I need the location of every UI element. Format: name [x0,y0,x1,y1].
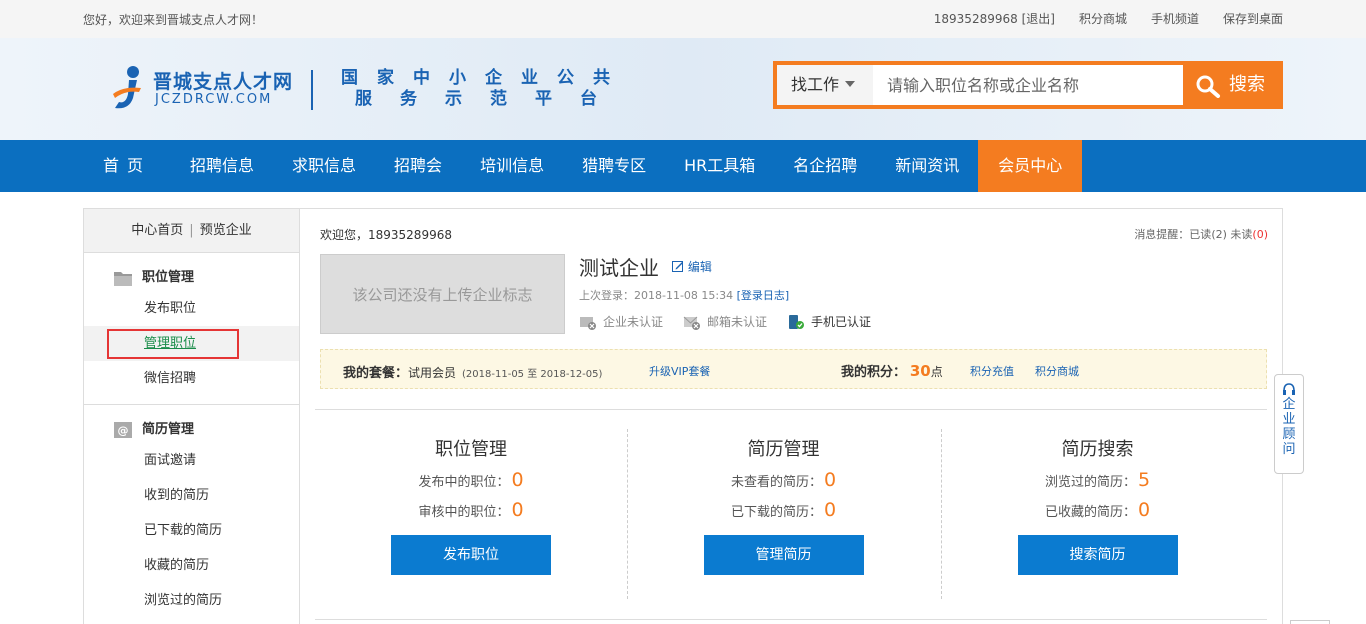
sidebar-item-viewed-resumes[interactable]: 浏览过的简历 [84,583,299,618]
sidebar-item-interview-invites[interactable]: 面试邀请 [84,443,299,478]
header: 晋城支点人才网 JCZDRCW.COM 国家中小企业公共 服务示范平台 找工作 … [0,38,1366,140]
post-job-button[interactable]: 发布职位 [391,535,551,575]
manage-resumes-button[interactable]: 管理简历 [703,535,864,575]
logo-chinese-name: 晋城支点人才网 [153,71,294,93]
logout-link[interactable]: [退出] [1022,12,1055,26]
nav-hr-toolbox[interactable]: HR工具箱 [665,140,774,192]
company-name: 测试企业 [579,256,659,280]
nav-famous-companies[interactable]: 名企招聘 [774,140,876,192]
welcome-text: 您好，欢迎来到晋城支点人才网！ [83,13,264,27]
header-divider [311,70,313,110]
nav-home[interactable]: 首页 [83,140,171,192]
headset-icon [1283,383,1295,395]
search-type-dropdown[interactable]: 找工作 [777,65,873,105]
nav-member-center[interactable]: 会员中心 [978,140,1083,192]
sidebar-item-favorite-resumes[interactable]: 收藏的简历 [84,548,299,583]
search-input[interactable] [877,65,1177,105]
phone-cert-status[interactable]: 手机已认证 [787,313,871,330]
search-icon [1196,75,1220,98]
member-center-main: 中心首页 | 预览企业 职位管理 发布职位 管理职位 微信招聘 @ 简历管理 面… [83,208,1283,624]
sidebar-section-resumes: @ 简历管理 面试邀请 收到的简历 已下载的简历 收藏的简历 浏览过的简历 [84,405,299,624]
message-reminder[interactable]: 消息提醒：已读(2) 未读(0) [1134,226,1268,242]
company-cert-icon [580,316,596,330]
points-recharge-link[interactable]: 积分充值 [970,363,1014,379]
save-to-desktop-link[interactable]: 保存到桌面 [1223,10,1283,27]
sidebar-item-received-resumes[interactable]: 收到的简历 [84,478,299,513]
slogan-line-1: 国家中小企业公共 [341,68,629,88]
search-resumes-button[interactable]: 搜索简历 [1017,535,1178,575]
logo-person-icon [113,66,141,109]
welcome-user: 欢迎您，18935289968 [320,228,452,242]
nav-job-fairs[interactable]: 招聘会 [375,140,461,192]
nav-jobs[interactable]: 招聘信息 [171,140,273,192]
corner-element [1290,620,1330,624]
email-cert-status[interactable]: 邮箱未认证 [683,313,767,330]
email-cert-icon [683,316,701,330]
section-title-resumes: @ 简历管理 [84,417,299,443]
stat-panels: 职位管理 发布中的职位： 0 审核中的职位： 0 发布职位 简历管理 未查看的简历：… [315,429,1267,599]
company-logo-placeholder: 该公司还没有上传企业标志 [320,254,565,334]
divider [315,409,1267,410]
sidebar-item-wechat-recruit[interactable]: 微信招聘 [84,361,299,396]
last-login: 上次登录：2018-11-08 15:34 [登录日志] [579,289,790,302]
logo-english-name: JCZDRCW.COM [155,92,273,107]
slogan-line-2: 服务示范平台 [355,89,625,109]
site-logo[interactable]: 晋城支点人才网 JCZDRCW.COM [111,64,301,114]
nav-training[interactable]: 培训信息 [461,140,563,192]
package-bar: 我的套餐：试用会员 (2018-11-05 至 2018-12-05) 升级VIP… [320,349,1267,389]
edit-company-link[interactable]: 编辑 [672,258,712,275]
login-log-link[interactable]: [登录日志] [737,289,790,302]
sidebar-section-jobs: 职位管理 发布职位 管理职位 微信招聘 [84,253,299,405]
company-cert-status[interactable]: 企业未认证 [579,313,663,330]
panel-job-management: 职位管理 发布中的职位： 0 审核中的职位： 0 发布职位 [315,429,627,599]
sidebar-item-post-job[interactable]: 发布职位 [84,291,299,326]
highlight-box [107,329,239,359]
top-links: 18935289968 [退出] 积分商城 手机频道 保存到桌面 [934,10,1283,27]
points-mall-link[interactable]: 积分商城 [1079,10,1127,27]
mobile-channel-link[interactable]: 手机频道 [1151,10,1199,27]
search-button[interactable]: 搜索 [1183,65,1279,105]
enterprise-consultant-tab[interactable]: 企业顾问 [1274,374,1304,474]
at-icon: @ [114,422,132,438]
folder-icon [114,272,132,286]
sidebar: 中心首页 | 预览企业 职位管理 发布职位 管理职位 微信招聘 @ 简历管理 面… [84,209,300,624]
center-home-link[interactable]: 中心首页 [131,223,183,238]
points-mall-link-2[interactable]: 积分商城 [1035,363,1079,379]
nav-headhunting[interactable]: 猎聘专区 [563,140,665,192]
slogan: 国家中小企业公共 服务示范平台 [341,68,629,110]
upgrade-vip-link[interactable]: 升级VIP套餐 [649,363,710,379]
divider-bottom [315,619,1267,620]
points-info: 我的积分： 30点 [841,362,943,380]
user-phone[interactable]: 18935289968 [退出] [934,10,1055,27]
sidebar-item-downloaded-resumes[interactable]: 已下载的简历 [84,513,299,548]
chevron-down-icon [845,81,856,87]
section-title-jobs: 职位管理 [84,265,299,291]
sidebar-top: 中心首页 | 预览企业 [84,209,299,253]
top-bar: 您好，欢迎来到晋城支点人才网！ 18935289968 [退出] 积分商城 手机… [0,0,1366,38]
nav-job-seekers[interactable]: 求职信息 [273,140,375,192]
panel-resume-search: 简历搜索 浏览过的简历： 5 已收藏的简历： 0 搜索简历 [941,429,1253,599]
preview-company-link[interactable]: 预览企业 [200,223,252,238]
phone-cert-icon [789,314,805,329]
main-nav: 首页 招聘信息 求职信息 招聘会 培训信息 猎聘专区 HR工具箱 名企招聘 新闻… [0,140,1366,192]
package-info: 我的套餐：试用会员 (2018-11-05 至 2018-12-05) [343,366,603,381]
panel-resume-management: 简历管理 未查看的简历： 0 已下载的简历： 0 管理简历 [627,429,939,599]
sidebar-item-manage-jobs[interactable]: 管理职位 [84,326,299,361]
edit-icon [672,261,683,272]
svg-text:@: @ [118,424,129,437]
search-box: 找工作 搜索 [773,61,1283,109]
nav-news[interactable]: 新闻资讯 [876,140,978,192]
content-area: 欢迎您，18935289968 消息提醒：已读(2) 未读(0) 该公司还没有上… [300,209,1283,624]
certifications: 企业未认证 邮箱未认证 手机已认证 [579,313,891,330]
